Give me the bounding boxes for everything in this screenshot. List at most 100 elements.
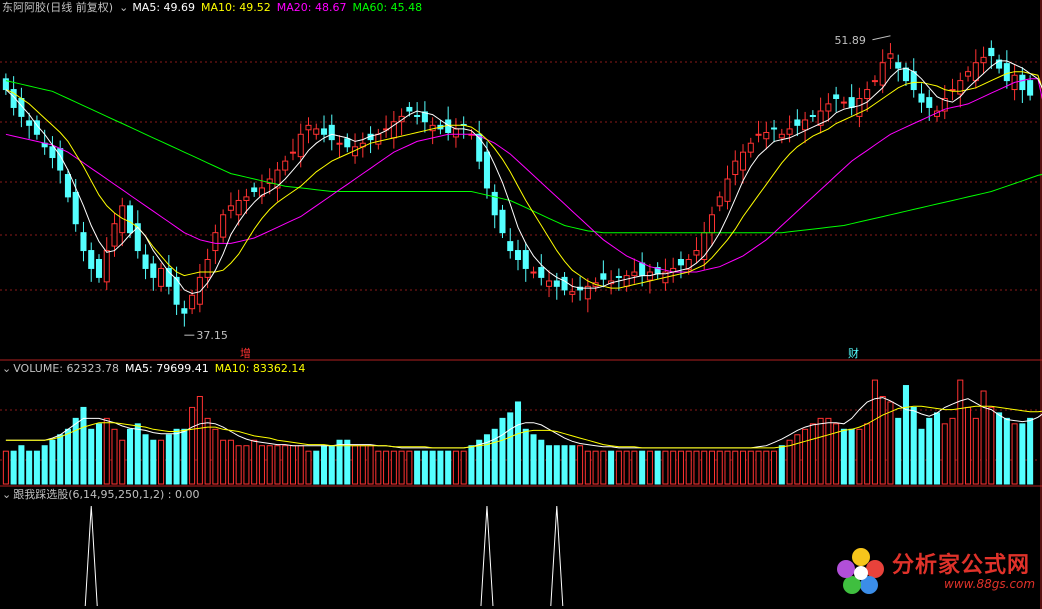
- candle-body: [871, 80, 878, 83]
- candle-body: [375, 133, 382, 145]
- candle-body: [771, 127, 778, 130]
- volume-bar: [646, 450, 653, 485]
- volume-bar: [949, 417, 956, 485]
- candle-body: [514, 250, 522, 261]
- volume-bar: [755, 450, 762, 485]
- candle-body: [1003, 63, 1010, 82]
- volume-bar: [654, 450, 661, 485]
- circle-chevron-icon[interactable]: ⌄: [2, 488, 11, 501]
- volume-bar: [220, 439, 227, 485]
- candle-body: [305, 124, 312, 131]
- flower-logo-icon: [837, 548, 884, 594]
- volume-bar: [491, 428, 498, 485]
- volume-bar: [871, 379, 878, 485]
- candle-body: [522, 250, 529, 269]
- candle-body: [158, 267, 165, 287]
- volume-bar: [600, 450, 607, 485]
- volume-bar: [809, 423, 816, 485]
- volume-bar: [639, 450, 646, 485]
- volume-bar: [72, 417, 79, 485]
- candle-body: [631, 271, 638, 277]
- candle-body: [848, 97, 855, 108]
- circle-chevron-icon[interactable]: ⌄: [2, 362, 11, 375]
- volume-bar: [33, 450, 40, 485]
- volume-bar: [227, 439, 234, 485]
- candle-body: [809, 114, 816, 117]
- volume-bar: [88, 428, 95, 485]
- volume-bar: [685, 450, 692, 485]
- volume-bar: [165, 434, 172, 485]
- ma20-line: [5, 78, 1042, 273]
- volume-bar: [856, 428, 863, 485]
- volume-bar: [297, 445, 304, 485]
- volume-bar: [530, 434, 537, 485]
- volume-bar: [996, 412, 1003, 485]
- high-annotation-pointer: [872, 35, 891, 41]
- candle-body: [414, 114, 421, 117]
- volume-bar: [747, 450, 754, 485]
- candle-body: [926, 97, 933, 108]
- low-annotation-label: 37.15: [196, 329, 228, 342]
- volume-bar: [802, 428, 809, 485]
- volume-bar: [1003, 417, 1010, 485]
- volume-bar: [724, 450, 731, 485]
- volume-bar: [879, 395, 886, 485]
- volume-bar: [57, 434, 64, 485]
- candle-body: [786, 128, 793, 135]
- watermark-text: 分析家公式网: [892, 553, 1031, 578]
- high-annotation-label: 51.89: [834, 34, 866, 47]
- candle-body: [142, 254, 149, 269]
- marker-zeng: 增: [240, 347, 251, 360]
- volume-bar: [181, 428, 188, 485]
- candle-body: [499, 209, 506, 234]
- volume-bar: [367, 445, 374, 485]
- volume-header: ⌄ VOLUME: 62323.78 MA5: 79699.41 MA10: 8336…: [2, 362, 311, 376]
- volume-bar: [258, 445, 265, 485]
- candle-body: [910, 71, 917, 91]
- candle-body: [491, 191, 498, 216]
- volume-bar: [918, 428, 925, 485]
- volume-bar: [266, 445, 273, 485]
- volume-bar: [786, 439, 793, 485]
- volume-bar: [251, 439, 258, 485]
- volume-bar: [336, 439, 343, 485]
- volume-bar: [173, 428, 180, 485]
- volume-bar: [794, 434, 801, 485]
- volume-bar: [390, 450, 397, 485]
- volume-bar: [615, 450, 622, 485]
- candle-body: [243, 196, 250, 201]
- volume-bar: [608, 450, 615, 485]
- volume-bar: [499, 417, 506, 485]
- volume-bar: [910, 406, 917, 485]
- stock-chart: 37.15 51.89: [0, 0, 1042, 609]
- signal-spike: [480, 505, 494, 607]
- candle-body: [212, 232, 219, 252]
- volume-bar: [561, 445, 568, 485]
- circle-chevron-icon[interactable]: ⌄: [119, 1, 128, 14]
- watermark-url: www.88gs.com: [944, 577, 1036, 591]
- volume-bar: [577, 445, 584, 485]
- ma10-label: MA10: 49.52: [201, 1, 271, 14]
- volume-bar: [864, 423, 871, 485]
- candle-body: [328, 124, 335, 141]
- volume-bar: [452, 450, 459, 485]
- volume-bar: [546, 445, 553, 485]
- volume-bar: [406, 450, 413, 485]
- volume-bar: [142, 434, 149, 485]
- ma60-line: [5, 80, 1042, 234]
- candle-body: [204, 259, 211, 278]
- candle-body: [220, 214, 227, 238]
- candle-body: [553, 280, 560, 287]
- volume-bar: [26, 450, 33, 485]
- volume-bar: [476, 439, 483, 485]
- volume-bar: [243, 445, 250, 485]
- candle-body: [763, 131, 770, 140]
- volume-bar: [375, 450, 382, 485]
- candle-body: [732, 160, 739, 176]
- volume-bar: [716, 450, 723, 485]
- volume-bar: [592, 450, 599, 485]
- candle-body: [708, 214, 716, 234]
- volume-bar: [840, 428, 847, 485]
- volume-bar: [693, 450, 700, 485]
- volume-bar: [670, 450, 677, 485]
